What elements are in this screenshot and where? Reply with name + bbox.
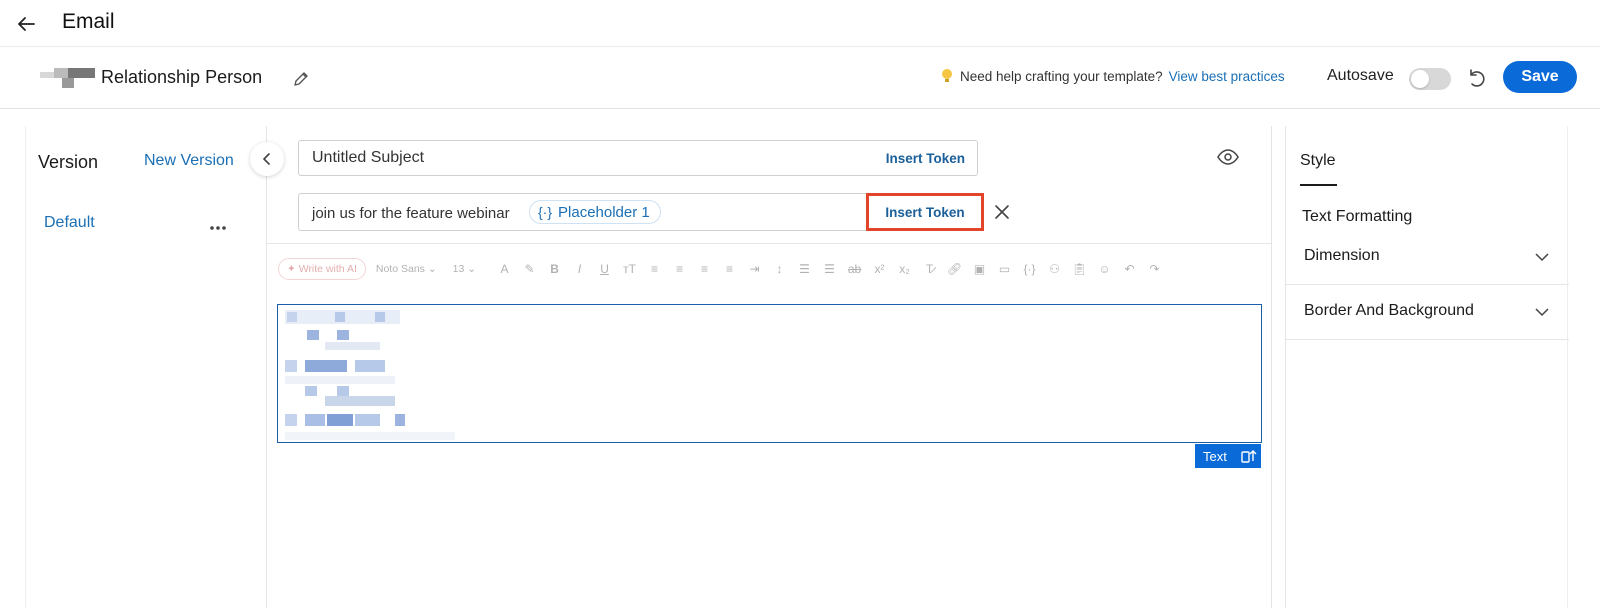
line-height-icon[interactable]: ↕ <box>767 258 792 280</box>
version-heading: Version <box>38 152 99 172</box>
template-name: Relationship Person <box>101 67 263 87</box>
bold-icon[interactable]: B <box>542 258 567 280</box>
save-button[interactable]: Save <box>1503 61 1577 93</box>
emoji-icon[interactable]: ☺ <box>1092 258 1117 280</box>
bullet-list-icon[interactable]: ☰ <box>817 258 842 280</box>
superscript-icon[interactable]: x² <box>867 258 892 280</box>
clipboard-icon[interactable]: 📋︎ <box>1067 258 1092 280</box>
align-center-icon[interactable]: ≡ <box>667 258 692 280</box>
section-dimension[interactable]: Dimension <box>1286 230 1569 285</box>
numbered-list-icon[interactable]: ☰ <box>792 258 817 280</box>
autosave-toggle[interactable] <box>1409 68 1451 90</box>
placeholder-token-chip[interactable]: {·} Placeholder 1 <box>529 200 661 224</box>
style-panel: Style Text Formatting Dimension Border A… <box>1285 126 1569 608</box>
help-banner: Need help crafting your template? View b… <box>940 68 1285 84</box>
token-braces-icon: {·} <box>538 204 553 220</box>
align-right-icon[interactable]: ≡ <box>692 258 717 280</box>
strikethrough-icon[interactable]: ab <box>842 258 867 280</box>
text-tag-label: Text <box>1203 448 1227 464</box>
italic-icon[interactable]: I <box>567 258 592 280</box>
subscript-icon[interactable]: x₂ <box>892 258 917 280</box>
more-options-icon[interactable] <box>208 218 228 230</box>
chevron-down-icon <box>1535 308 1549 317</box>
version-item-default[interactable]: Default <box>44 214 95 232</box>
highlight-icon[interactable]: ✎ <box>517 258 542 280</box>
section-border-background[interactable]: Border And Background <box>1286 285 1569 340</box>
editor-toolbar: ✦ Write with AI Noto Sans ⌄ 13 ⌄ A ✎ B I… <box>278 258 1167 280</box>
brand-logo <box>40 68 95 90</box>
page-title: Email <box>62 10 115 33</box>
video-icon[interactable]: ▭ <box>992 258 1017 280</box>
version-panel: Version New Version Default <box>25 126 267 608</box>
tab-style[interactable]: Style <box>1300 152 1336 170</box>
top-header: Email <box>0 0 1600 47</box>
clear-format-icon[interactable]: T̷ <box>917 258 942 280</box>
preheader-field[interactable]: join us for the feature webinar {·} Plac… <box>298 193 870 231</box>
undo-icon[interactable] <box>1465 67 1487 89</box>
indent-icon[interactable]: ⇥ <box>742 258 767 280</box>
link-icon[interactable]: 🔗︎ <box>942 258 967 280</box>
text-block-tag[interactable]: Text <box>1195 444 1261 468</box>
ai-label: Write with AI <box>298 263 357 275</box>
font-color-icon[interactable]: A <box>492 258 517 280</box>
undo-editor-icon[interactable]: ↶ <box>1117 258 1142 280</box>
close-icon[interactable] <box>994 204 1010 220</box>
redo-editor-icon[interactable]: ↷ <box>1142 258 1167 280</box>
help-text: Need help crafting your template? <box>960 68 1163 84</box>
preheader-value: join us for the feature webinar <box>312 205 510 222</box>
token-icon[interactable]: {·} <box>1017 258 1042 280</box>
write-with-ai-button[interactable]: ✦ Write with AI <box>278 258 366 280</box>
best-practices-link[interactable]: View best practices <box>1169 69 1285 84</box>
back-arrow-icon[interactable] <box>14 12 38 36</box>
preheader-insert-token-button[interactable]: Insert Token <box>866 193 984 231</box>
preview-eye-icon[interactable] <box>1216 148 1240 166</box>
redacted-content <box>285 310 455 445</box>
text-formatting-heading: Text Formatting <box>1302 208 1413 225</box>
chevron-down-icon <box>1535 253 1549 262</box>
lightbulb-icon <box>942 69 952 82</box>
people-icon[interactable]: ⚇ <box>1042 258 1067 280</box>
pencil-icon[interactable] <box>292 70 312 90</box>
toggle-knob <box>1411 70 1429 88</box>
align-left-icon[interactable]: ≡ <box>642 258 667 280</box>
subject-insert-token-button[interactable]: Insert Token <box>886 151 965 166</box>
tab-active-indicator <box>1300 184 1337 186</box>
font-size: 13 <box>452 263 465 275</box>
text-size-icon[interactable]: тT <box>617 258 642 280</box>
subject-field[interactable]: Untitled Subject Insert Token <box>298 140 978 176</box>
autosave-label: Autosave <box>1327 67 1394 84</box>
swap-icon <box>1241 450 1257 463</box>
placeholder-chip-label: Placeholder 1 <box>558 203 650 221</box>
subject-value: Untitled Subject <box>312 149 425 166</box>
font-size-select[interactable]: 13 ⌄ <box>453 263 476 275</box>
font-family-select[interactable]: Noto Sans ⌄ <box>376 263 437 275</box>
new-version-button[interactable]: New Version <box>144 152 234 170</box>
section-label: Dimension <box>1304 247 1380 264</box>
underline-icon[interactable]: U <box>592 258 617 280</box>
section-label: Border And Background <box>1304 302 1474 319</box>
divider <box>267 243 1272 244</box>
image-icon[interactable]: ▣ <box>967 258 992 280</box>
justify-icon[interactable]: ≡ <box>717 258 742 280</box>
font-name: Noto Sans <box>375 263 425 275</box>
